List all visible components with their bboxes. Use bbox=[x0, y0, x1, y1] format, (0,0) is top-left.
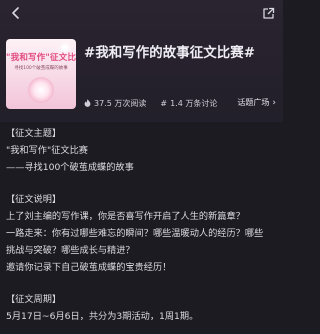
chevron-left-icon[interactable] bbox=[7, 4, 25, 22]
views-stat: 37.5 万次阅读 bbox=[84, 98, 146, 109]
topic-plaza-link[interactable]: 话题广场 › bbox=[237, 97, 276, 108]
page-title: #我和写作的故事征文比赛# bbox=[84, 46, 256, 61]
topic-cover-image: "我和写作"征文比赛 寻找100个破茧成蝶的故事 bbox=[6, 39, 76, 109]
section-heading-period: 【征文周期】 bbox=[6, 294, 62, 305]
description-line: 挑战与突破？哪些成长与精进？ bbox=[6, 245, 135, 256]
section-heading-description: 【征文说明】 bbox=[6, 194, 62, 205]
discussions-count: 1.4 万条讨论 bbox=[170, 99, 218, 108]
topic-description: 【征文主题】 "我和写作"征文比赛 ——寻找100个破茧成蝶的故事 【征文说明】… bbox=[6, 125, 279, 325]
topic-stats: 37.5 万次阅读 # 1.4 万条讨论 bbox=[84, 98, 231, 109]
share-external-icon[interactable] bbox=[259, 4, 277, 22]
chevron-right-icon: › bbox=[272, 97, 276, 108]
hash-icon: # bbox=[160, 99, 168, 108]
topic-header: "我和写作"征文比赛 寻找100个破茧成蝶的故事 #我和写作的故事征文比赛# 3… bbox=[0, 0, 283, 122]
section-heading-theme: 【征文主题】 bbox=[6, 128, 62, 139]
cover-title: "我和写作"征文比赛 bbox=[6, 53, 76, 63]
description-line: 邀请你记录下自己破茧成蝶的宝贵经历！ bbox=[6, 262, 172, 273]
topic-plaza-label: 话题广场 bbox=[237, 98, 270, 107]
views-count: 37.5 万次阅读 bbox=[94, 99, 147, 108]
description-line: 上了刘主编的写作课，你是否喜写作开启了人生的新篇章？ bbox=[6, 211, 245, 222]
description-line: 一路走来：你有过哪些难忘的瞬间？哪些温暖动人的经历？哪些 bbox=[6, 228, 264, 239]
flower-icon bbox=[28, 77, 54, 103]
discussions-stat: # 1.4 万条讨论 bbox=[160, 98, 217, 109]
theme-line: ——寻找100个破茧成蝶的故事 bbox=[6, 162, 134, 173]
flame-icon bbox=[84, 98, 91, 109]
cover-subtitle: 寻找100个破茧成蝶的故事 bbox=[14, 66, 68, 71]
theme-line: "我和写作"征文比赛 bbox=[6, 145, 88, 156]
period-line: 5月17日~6月6日，共分为3期活动，1周1期。 bbox=[6, 311, 199, 322]
